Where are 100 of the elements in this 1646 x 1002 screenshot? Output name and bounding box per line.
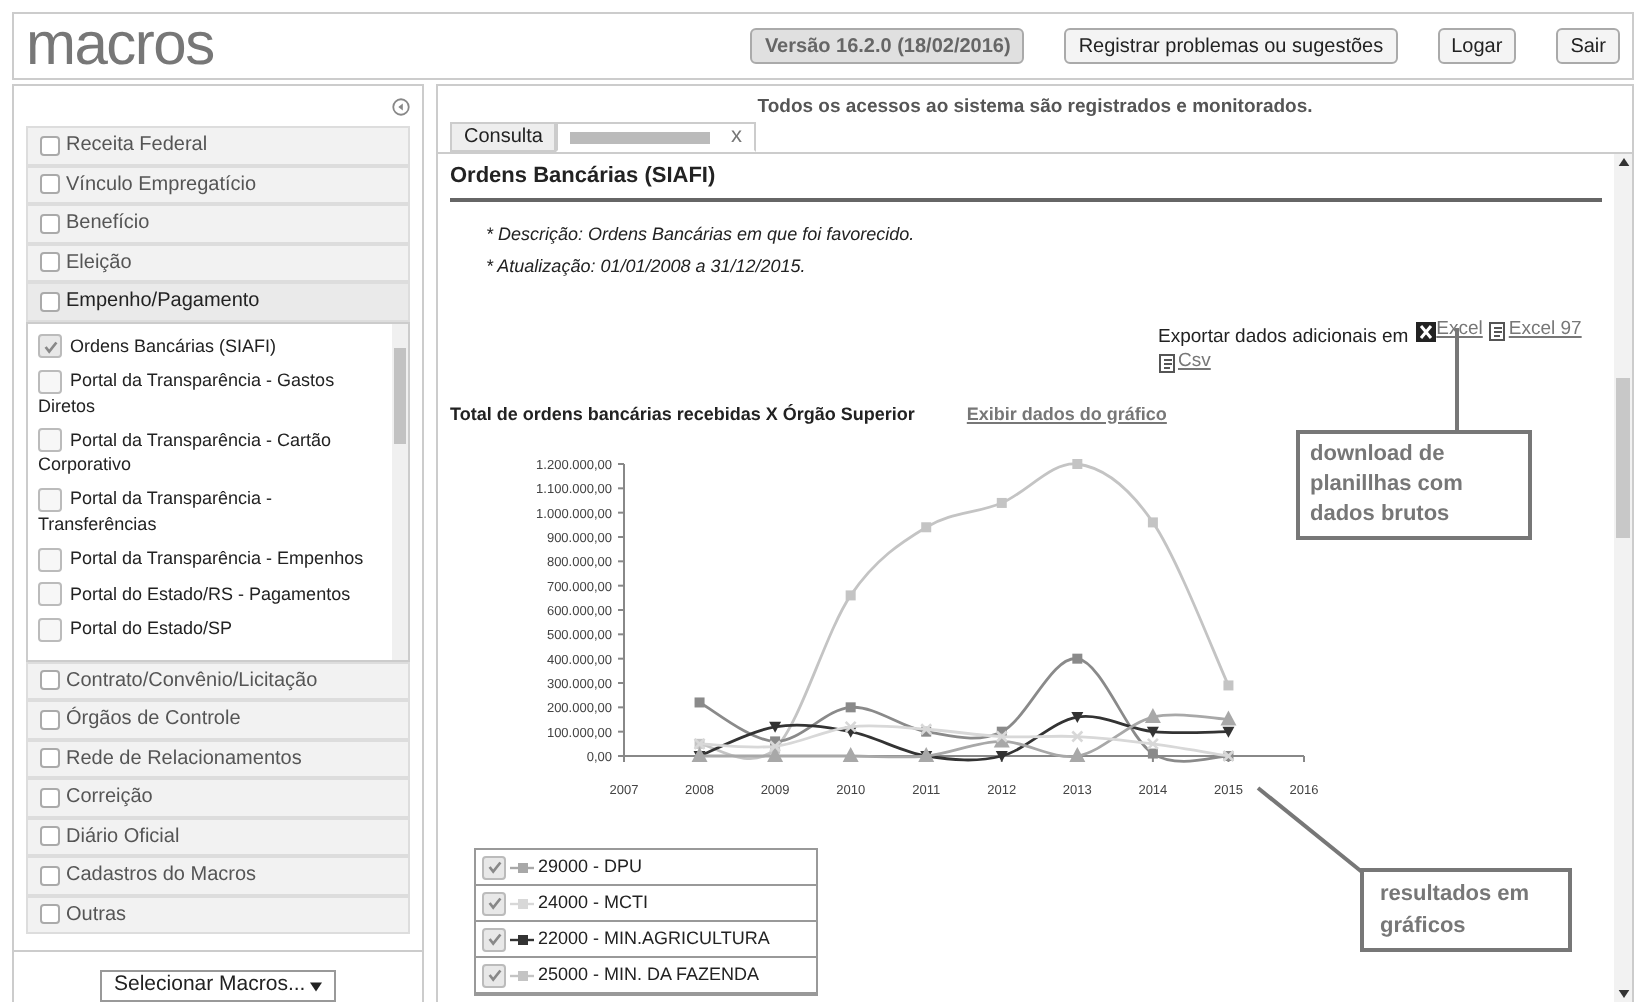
tab[interactable]: x (556, 122, 756, 152)
checkbox[interactable] (38, 582, 62, 607)
checkbox[interactable] (38, 334, 62, 359)
header-button[interactable]: Logar (1437, 28, 1517, 64)
accordion-header[interactable]: Diário Oficial (26, 817, 410, 856)
point (1071, 730, 1084, 743)
export-link[interactable]: Excel 97 (1508, 317, 1582, 341)
scrollbar-thumb[interactable] (1616, 378, 1630, 538)
scroll-down-icon[interactable] (1617, 990, 1629, 998)
version-button[interactable]: Versão 16.2.0 (18/02/2016) (750, 28, 1025, 64)
point (694, 697, 705, 708)
point (1223, 680, 1234, 691)
checkbox[interactable] (40, 135, 60, 156)
legend-row[interactable]: 25000 - MIN. DA FAZENDA (476, 958, 816, 994)
legend-row[interactable]: 24000 - MCTI (476, 886, 816, 922)
point (921, 522, 932, 533)
header-button[interactable]: Registrar problemas ou sugestões (1064, 28, 1398, 64)
checkbox[interactable] (40, 291, 60, 312)
checkbox[interactable] (40, 174, 60, 195)
macros-select[interactable]: Selecionar Macros... (100, 970, 336, 1002)
macro-option[interactable]: Portal da Transparência - Empenhos (38, 546, 382, 572)
macro-option[interactable]: Portal do Estado/RS - Pagamentos (38, 581, 382, 607)
accordion-header[interactable]: Empenho/Pagamento (26, 282, 410, 321)
macro-option[interactable]: Portal da Transparência - Gastos Diretos (38, 368, 382, 418)
accordion-header[interactable]: Benefício (26, 204, 410, 243)
point (1222, 726, 1235, 738)
point (995, 751, 1008, 762)
checkbox[interactable] (38, 617, 62, 642)
accordion-header[interactable]: Eleição (26, 243, 410, 282)
tab[interactable]: Consulta (450, 122, 557, 152)
scrollbar-thumb[interactable] (394, 347, 406, 443)
header-button[interactable]: Sair (1556, 28, 1620, 64)
point (767, 747, 784, 762)
point (769, 721, 782, 733)
leader-line (1256, 786, 1364, 874)
macro-option[interactable]: Ordens Bancárias (SIAFI) (38, 333, 382, 359)
macro-option[interactable]: Portal da Transparência - Cartão Corporativo (38, 427, 382, 477)
point (1147, 748, 1158, 759)
macro-option[interactable]: Portal da Transparência - Transferências (38, 486, 382, 536)
checkbox[interactable] (40, 670, 60, 691)
accordion-header[interactable]: Órgãos de Controle (26, 700, 410, 739)
point (844, 720, 857, 734)
document-icon (1488, 321, 1509, 341)
scrollbar[interactable] (392, 323, 408, 659)
export-link[interactable]: Csv (1178, 349, 1211, 373)
accordion-header[interactable]: Contrato/Convênio/Licitação (26, 661, 410, 700)
checkbox[interactable] (40, 904, 60, 925)
checkbox[interactable] (40, 709, 60, 730)
excel-icon (1416, 321, 1437, 341)
checkbox[interactable] (40, 826, 60, 847)
accordion-header[interactable]: Outras (26, 895, 410, 934)
checkbox[interactable] (482, 855, 506, 879)
scrollbar[interactable] (1614, 154, 1632, 1002)
accordion-header[interactable]: Vínculo Empregatício (26, 165, 410, 204)
checkbox[interactable] (38, 369, 62, 394)
point (1072, 653, 1083, 664)
point (1220, 710, 1237, 726)
point (1146, 737, 1160, 751)
checkbox[interactable] (482, 927, 506, 951)
logo: macros (26, 16, 214, 76)
checkbox[interactable] (38, 488, 62, 512)
accordion-header[interactable]: Rede de Relacionamentos (26, 739, 410, 778)
point (1144, 708, 1161, 724)
callout-box: resultados em gráficos (1360, 868, 1572, 952)
legend-row[interactable]: 22000 - MIN.AGRICULTURA (476, 922, 816, 958)
point (1146, 726, 1159, 738)
checkbox[interactable] (40, 865, 60, 886)
accordion-header[interactable]: Correição (26, 778, 410, 817)
point (1072, 459, 1083, 469)
document-icon (1158, 353, 1178, 373)
description-text: * Descrição: Ordens Bancárias em que foi favorecido. (486, 221, 917, 248)
checkbox[interactable] (40, 748, 60, 769)
macro-option[interactable]: Portal do Estado/SP (38, 616, 382, 642)
redacted-label (570, 131, 711, 143)
point (995, 730, 1009, 743)
point (842, 747, 859, 762)
export-label: Exportar dados adicionais em (1158, 325, 1409, 347)
accordion-header[interactable]: Cadastros do Macros (26, 856, 410, 895)
point (996, 497, 1007, 508)
checkbox[interactable] (38, 428, 62, 453)
chart-title: Total de ordens bancárias recebidas X Órgão Superior (450, 401, 915, 428)
notice-text: Todos os acessos ao sistema são registrados e monitorados. (755, 94, 1315, 122)
export-link[interactable]: Excel (1436, 317, 1483, 341)
close-tab-button[interactable]: x (730, 120, 742, 154)
collapse-icon[interactable] (392, 97, 410, 115)
legend-row[interactable]: 29000 - DPU (476, 850, 816, 886)
callout-box: download de planillhas com dados brutos (1296, 430, 1532, 540)
dropdown-icon (310, 981, 322, 991)
point (845, 590, 856, 601)
checkbox[interactable] (40, 213, 60, 234)
checkbox[interactable] (40, 252, 60, 273)
point (1071, 712, 1084, 724)
checkbox[interactable] (482, 963, 506, 987)
scroll-up-icon[interactable] (1617, 158, 1629, 166)
point (1147, 517, 1158, 528)
checkbox[interactable] (38, 547, 62, 572)
checkbox[interactable] (482, 891, 506, 915)
checkbox[interactable] (40, 787, 60, 808)
chart-data-link[interactable]: Exibir dados do gráfico (966, 401, 1167, 428)
accordion-header[interactable]: Receita Federal (26, 126, 410, 165)
